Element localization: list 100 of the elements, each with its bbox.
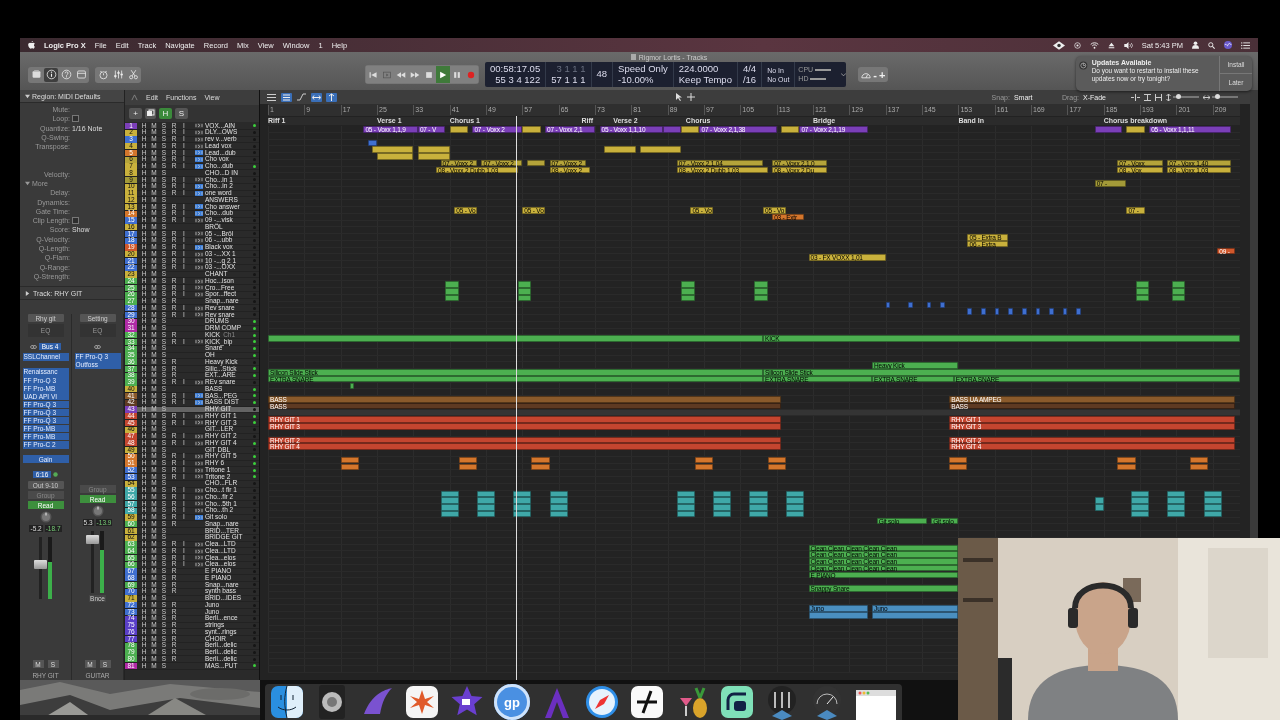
pause-button[interactable]	[450, 66, 464, 83]
region[interactable]	[1167, 504, 1186, 511]
region[interactable]	[1135, 288, 1150, 295]
tool-button[interactable]: +	[879, 68, 886, 81]
input-monitor-icon[interactable]	[195, 157, 203, 163]
region[interactable]	[785, 497, 804, 504]
region[interactable]	[781, 126, 800, 133]
divide-icon[interactable]	[629, 684, 665, 720]
region[interactable]	[340, 456, 359, 464]
input-monitor-icon[interactable]	[195, 508, 203, 514]
pan-knob[interactable]	[39, 511, 52, 524]
diamond-logo-icon[interactable]	[1052, 40, 1065, 50]
fader-thumb[interactable]	[86, 535, 99, 545]
region[interactable]	[767, 463, 786, 470]
region[interactable]	[526, 159, 546, 167]
fader-thumb[interactable]	[34, 559, 47, 569]
input-monitor-icon[interactable]	[195, 514, 203, 520]
input-monitor-icon[interactable]	[195, 379, 203, 385]
panel-button[interactable]	[74, 67, 88, 82]
region[interactable]	[549, 497, 568, 504]
input-monitor-icon[interactable]	[195, 555, 203, 561]
region[interactable]	[1203, 497, 1222, 504]
region[interactable]	[476, 504, 496, 511]
region[interactable]	[749, 510, 768, 518]
region[interactable]	[549, 504, 568, 511]
slider-thumb[interactable]	[1214, 94, 1220, 99]
pointer-tool-icon[interactable]	[675, 93, 683, 101]
input-monitor-icon[interactable]	[195, 251, 203, 257]
region[interactable]	[440, 497, 459, 504]
input-monitor-icon[interactable]	[195, 278, 203, 284]
input-monitor-icon[interactable]	[195, 285, 203, 291]
region[interactable]	[377, 153, 414, 160]
input-monitor-icon[interactable]	[195, 217, 203, 223]
wifi-icon[interactable]	[1089, 41, 1099, 49]
input-monitor-icon[interactable]	[195, 238, 203, 244]
region[interactable]	[458, 456, 477, 464]
region[interactable]	[694, 463, 714, 470]
input-monitor-icon[interactable]	[195, 312, 203, 318]
region[interactable]	[676, 504, 695, 511]
disclosure-open-icon[interactable]	[25, 93, 30, 99]
input-monitor-icon[interactable]	[195, 400, 203, 406]
crosshair-tool-icon[interactable]	[687, 93, 695, 101]
search-icon[interactable]	[1208, 41, 1215, 49]
input-monitor-icon[interactable]	[195, 541, 203, 547]
input-monitor-icon[interactable]	[195, 420, 203, 426]
info-button[interactable]	[44, 67, 58, 82]
input-monitor-icon[interactable]	[195, 136, 203, 142]
smiling-face-icon[interactable]	[269, 684, 305, 720]
eye-icon[interactable]	[94, 344, 101, 349]
region[interactable]	[513, 497, 532, 504]
region[interactable]	[785, 510, 804, 518]
region[interactable]	[340, 463, 359, 470]
checkbox[interactable]	[72, 217, 79, 225]
region[interactable]	[749, 490, 768, 497]
input-monitor-icon[interactable]	[195, 460, 203, 466]
input-monitor-icon[interactable]	[195, 487, 203, 493]
region[interactable]	[476, 510, 496, 518]
input-monitor-icon[interactable]	[195, 494, 203, 500]
input-monitor-icon[interactable]	[195, 548, 203, 554]
region[interactable]	[417, 146, 450, 153]
apple-icon[interactable]	[28, 41, 35, 49]
input-monitor-icon[interactable]	[195, 265, 203, 271]
input-monitor-icon[interactable]	[195, 339, 203, 345]
input-monitor-icon[interactable]	[195, 292, 203, 298]
fit-horizontal-icon[interactable]	[1155, 93, 1162, 101]
region[interactable]	[754, 294, 768, 302]
duplicate-icon[interactable]	[145, 108, 156, 119]
eye-icon[interactable]	[29, 344, 37, 349]
input-monitor-icon[interactable]	[195, 501, 203, 507]
region[interactable]	[1167, 510, 1186, 518]
input-monitor-icon[interactable]	[195, 231, 203, 237]
disclosure-closed-icon[interactable]	[25, 290, 30, 296]
region[interactable]	[1171, 294, 1186, 302]
eject-icon[interactable]	[1107, 41, 1115, 49]
input-monitor-icon[interactable]	[195, 562, 203, 568]
input-monitor-icon[interactable]	[195, 454, 203, 460]
automation-icon[interactable]	[296, 92, 307, 102]
list-icon[interactable]	[1241, 41, 1250, 49]
region[interactable]	[713, 510, 732, 518]
region[interactable]	[440, 510, 459, 518]
region[interactable]	[949, 456, 968, 464]
region[interactable]	[449, 126, 468, 133]
region[interactable]	[713, 497, 732, 504]
input-monitor-icon[interactable]	[195, 393, 203, 399]
region[interactable]	[458, 463, 477, 470]
disclosure-open-icon[interactable]	[25, 180, 30, 186]
input-monitor-icon[interactable]	[195, 177, 203, 183]
volume-icon[interactable]	[1123, 41, 1133, 49]
region[interactable]	[676, 497, 695, 504]
region[interactable]	[1135, 294, 1150, 302]
region[interactable]	[476, 497, 496, 504]
region[interactable]	[694, 456, 714, 464]
region[interactable]	[440, 504, 459, 511]
region[interactable]	[372, 146, 414, 153]
region[interactable]	[676, 510, 695, 518]
input-monitor-icon[interactable]	[195, 184, 203, 190]
region[interactable]	[517, 288, 532, 295]
input-monitor-icon[interactable]	[195, 305, 203, 311]
region[interactable]	[640, 146, 682, 153]
region[interactable]	[1167, 497, 1186, 504]
